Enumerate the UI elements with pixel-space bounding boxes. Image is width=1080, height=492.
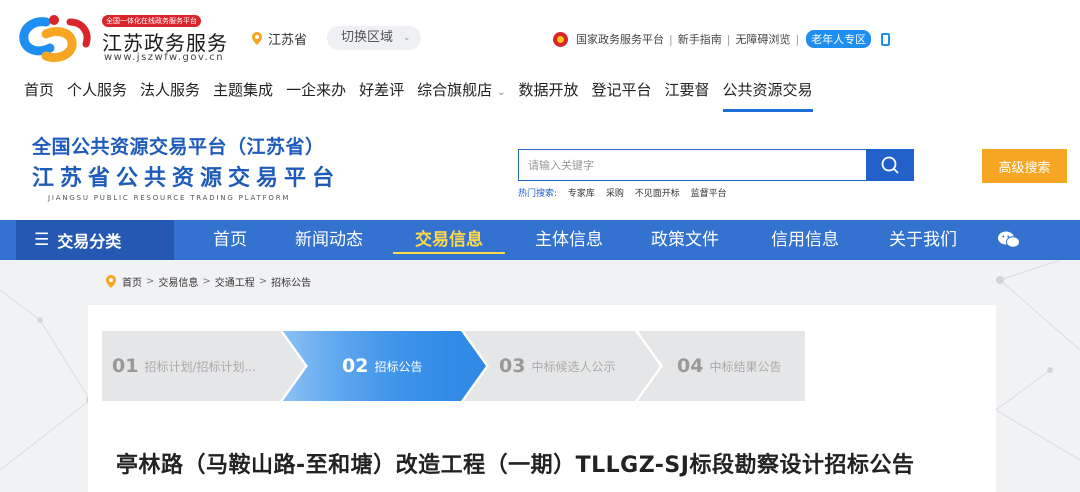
mobile-icon[interactable] (881, 32, 891, 46)
main-nav-item[interactable]: 主题集成 (213, 79, 273, 100)
step-number: 01 (112, 355, 139, 377)
step-label: 招标公告 (374, 359, 423, 374)
current-region: 江苏省 (252, 29, 307, 48)
main-nav-item[interactable]: 个人服务 (67, 79, 127, 100)
hot-searches: 热门搜索: 专家库 采购 不见面开标 监督平台 (518, 186, 727, 199)
main-nav-label: 好差评 (359, 81, 405, 99)
hot-search-item[interactable]: 监督平台 (691, 189, 727, 199)
section-nav-item[interactable]: 政策文件 (651, 220, 719, 260)
elder-zone-link[interactable]: 老年人专区 (806, 30, 872, 48)
breadcrumb: 首页 > 交易信息 > 交通工程 > 招标公告 (106, 274, 311, 289)
step-number: 02 (342, 355, 369, 377)
main-nav-label: 公共资源交易 (722, 81, 813, 99)
section-nav-item[interactable]: 主体信息 (535, 220, 603, 260)
hot-search-item[interactable]: 不见面开标 (635, 189, 680, 199)
main-nav-item[interactable]: 好差评 (359, 79, 404, 100)
national-emblem-icon (553, 31, 568, 47)
divider: | (726, 32, 731, 46)
divider: | (669, 32, 673, 46)
breadcrumb-item: 招标公告 (271, 278, 312, 289)
main-nav: 首页 个人服务 法人服务 主题集成 一企来办 好差评 综合旗舰店 ⌄ 数据开放 登记平台 江要督 公共… (24, 79, 826, 112)
main-nav-label: 数据开放 (518, 81, 579, 99)
main-nav-label: 江要督 (664, 81, 710, 99)
main-nav-label: 首页 (24, 81, 55, 99)
breadcrumb-separator: > (146, 276, 155, 287)
brand-line-2: 江苏省公共资源交易平台 (32, 166, 341, 191)
advanced-search-button[interactable]: 高级搜索 (982, 149, 1067, 183)
main-nav-item[interactable]: 法人服务 (140, 79, 200, 100)
main-nav-item[interactable]: 公共资源交易 (722, 79, 813, 112)
divider: | (795, 32, 800, 46)
step-number: 04 (677, 355, 704, 377)
switch-region-label: 切换区域 (341, 30, 394, 45)
logo-tagline: 全国一体化在线政务服务平台 (102, 15, 201, 27)
guide-link[interactable]: 新手指南 (678, 31, 722, 47)
breadcrumb-item[interactable]: 交通工程 (215, 274, 255, 289)
section-nav-item[interactable]: 新闻动态 (295, 220, 363, 260)
process-steps: 01 招标计划/招标计划... 02 招标公告 03 中标候选人公示 04 中标… (102, 331, 805, 401)
breadcrumb-separator: > (202, 276, 211, 287)
top-header: 全国一体化在线政务服务平台 江苏政务服务 www.jszwfw.gov.cn 江… (0, 0, 1080, 118)
section-nav-item[interactable]: 交易信息 (393, 220, 505, 260)
step-4[interactable]: 04 中标结果公告 (677, 331, 781, 401)
step-number: 03 (499, 355, 526, 377)
step-label: 中标结果公告 (709, 359, 782, 374)
hot-search-item[interactable]: 专家库 (568, 189, 595, 199)
site-logo[interactable]: 全国一体化在线政务服务平台 江苏政务服务 www.jszwfw.gov.cn (16, 12, 227, 66)
chevron-down-icon: ⌄ (497, 87, 506, 98)
national-platform-link[interactable]: 国家政务服务平台 (576, 31, 664, 47)
step-1[interactable]: 01 招标计划/招标计划... (112, 331, 256, 401)
region-name: 江苏省 (268, 33, 308, 48)
location-pin-icon (106, 275, 116, 288)
main-nav-item[interactable]: 数据开放 (519, 79, 579, 100)
search-button[interactable] (866, 149, 914, 181)
announcement-title: 亭林路（马鞍山路-至和塘）改造工程（一期）TLLGZ-SJ标段勘察设计招标公告 (116, 453, 915, 478)
step-2[interactable]: 02 招标公告 (342, 331, 422, 401)
section-nav-item[interactable]: 关于我们 (889, 220, 957, 260)
main-nav-label: 登记平台 (591, 81, 652, 99)
step-label: 中标候选人公示 (531, 359, 616, 374)
platform-brand[interactable]: 全国公共资源交易平台（江苏省） 江苏省公共资源交易平台 JIANGSU PUBL… (32, 132, 340, 202)
hot-search-label: 热门搜索: (518, 189, 558, 199)
brand-line-1: 全国公共资源交易平台（江苏省） (32, 136, 325, 158)
brand-line-3: JIANGSU PUBLIC RESOURCE TRADING PLATFORM (48, 194, 291, 202)
section-nav-item[interactable]: 首页 (213, 220, 247, 260)
chevron-down-icon: ⌄ (403, 33, 411, 43)
main-nav-label: 法人服务 (140, 81, 201, 99)
search-input[interactable] (519, 150, 867, 180)
main-nav-label: 主题集成 (213, 81, 274, 99)
search-box (518, 149, 868, 181)
switch-region-button[interactable]: 切换区域 ⌄ (327, 26, 421, 50)
top-links: 国家政务服务平台 | 新手指南 | 无障碍浏览 | 老年人专区 (553, 30, 891, 48)
section-nav-item[interactable]: 信用信息 (771, 220, 839, 260)
main-nav-item[interactable]: 江要督 (665, 79, 710, 100)
step-label: 招标计划/招标计划... (144, 359, 256, 374)
main-nav-label: 一企来办 (286, 81, 347, 99)
logo-mark-icon (19, 15, 91, 63)
location-pin-icon (252, 32, 262, 45)
wechat-icon[interactable] (998, 231, 1020, 249)
main-nav-label: 个人服务 (67, 81, 128, 99)
logo-url: www.jszwfw.gov.cn (104, 52, 225, 63)
main-nav-item[interactable]: 一企来办 (286, 79, 346, 100)
step-3[interactable]: 03 中标候选人公示 (499, 331, 615, 401)
breadcrumb-item[interactable]: 首页 (122, 274, 142, 289)
main-nav-item[interactable]: 首页 (24, 79, 54, 100)
accessible-link[interactable]: 无障碍浏览 (735, 31, 790, 47)
section-nav-bar: ☰ 交易分类 首页 新闻动态 交易信息 主体信息 政策文件 信用信息 关于我们 (0, 220, 1080, 260)
breadcrumb-item[interactable]: 交易信息 (158, 274, 198, 289)
main-nav-item[interactable]: 登记平台 (592, 79, 652, 100)
main-nav-label: 综合旗舰店 (417, 81, 493, 99)
search-icon (881, 156, 899, 174)
section-nav: 首页 新闻动态 交易信息 主体信息 政策文件 信用信息 关于我们 (0, 220, 1080, 260)
hot-search-item[interactable]: 采购 (606, 189, 624, 199)
main-nav-item[interactable]: 综合旗舰店 ⌄ (417, 79, 505, 100)
breadcrumb-separator: > (258, 276, 268, 287)
